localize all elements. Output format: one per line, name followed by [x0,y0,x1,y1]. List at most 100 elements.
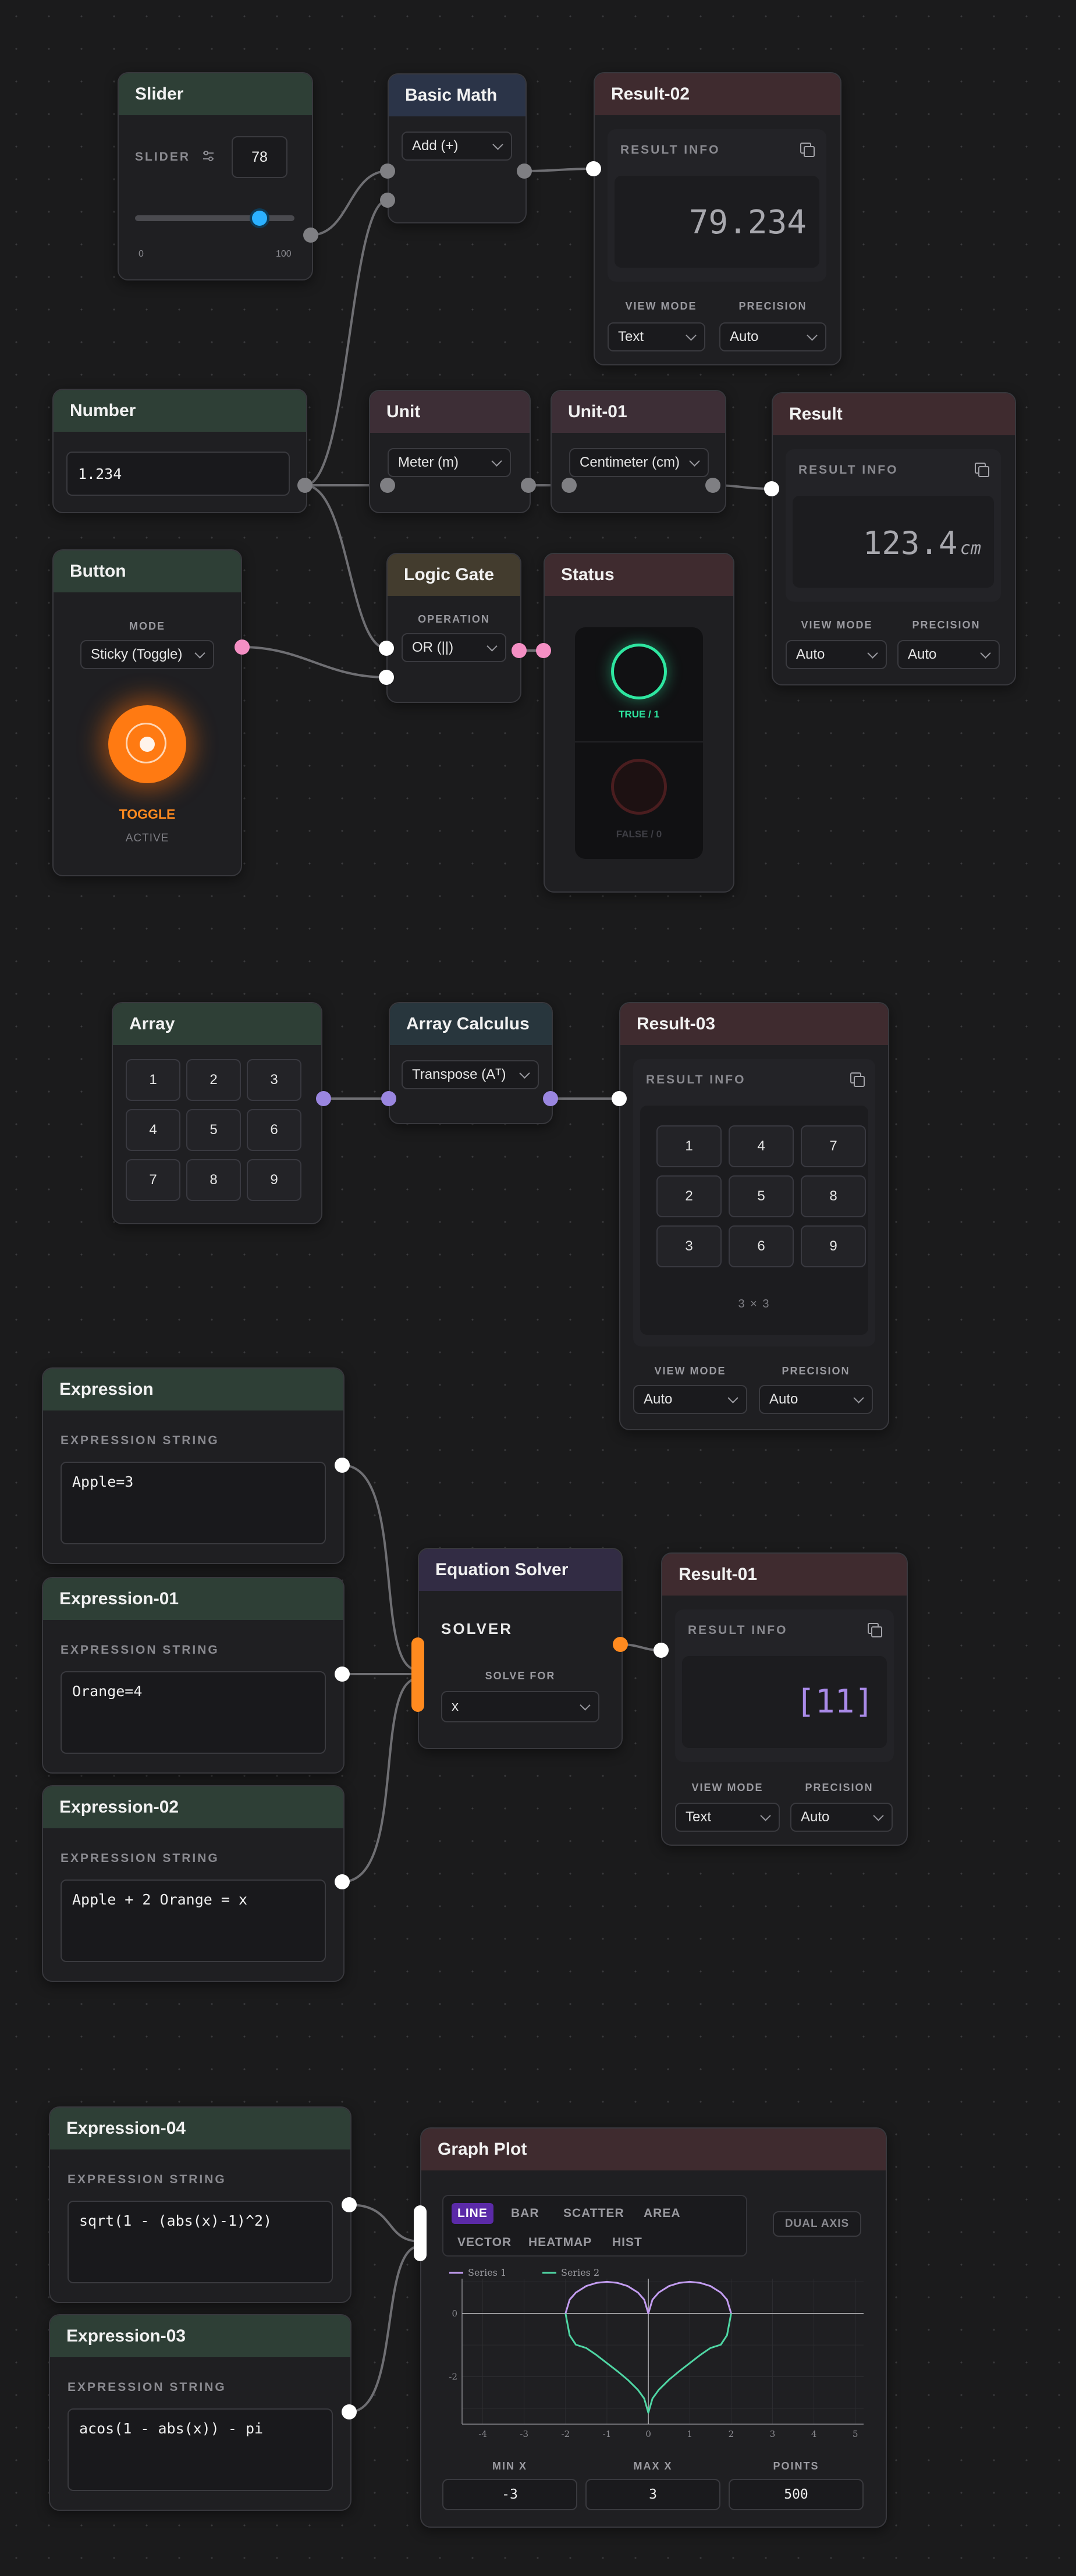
expression-04-node[interactable]: Expression-04 EXPRESSION STRING sqrt(1 -… [49,2106,351,2303]
copy-icon[interactable] [847,1070,865,1087]
view-mode-dropdown[interactable]: Auto [633,1385,747,1414]
graph-plot-input-bar[interactable] [414,2205,427,2261]
matrix-cell[interactable]: 3 [247,1059,301,1101]
max-x-input[interactable]: 3 [585,2479,720,2510]
expression-02-output-port[interactable] [335,1874,350,1889]
slider-output-port[interactable] [303,228,318,243]
expression-02-node[interactable]: Expression-02 EXPRESSION STRING Apple + … [42,1785,345,1982]
tab-bar[interactable]: BAR [511,2207,539,2220]
sliders-icon[interactable] [201,149,215,163]
min-x-input[interactable]: -3 [442,2479,577,2510]
result-node[interactable]: Result RESULT INFO 123.4 cm VIEW MODE PR… [772,392,1016,685]
expression-input[interactable]: acos(1 - abs(x)) - pi [68,2408,333,2491]
matrix-cell[interactable]: 7 [126,1159,180,1201]
expression-node[interactable]: Expression EXPRESSION STRING Apple=3 [42,1367,345,1564]
basic-math-input-b[interactable] [380,193,395,208]
precision-dropdown[interactable]: Auto [790,1803,893,1832]
copy-icon[interactable] [865,1620,882,1637]
status-input-port[interactable] [536,643,551,658]
solve-for-dropdown[interactable]: x [441,1691,599,1722]
operation-dropdown[interactable]: Add (+) [402,132,512,161]
matrix-cell[interactable]: 2 [186,1059,241,1101]
precision-dropdown[interactable]: Auto [759,1385,873,1414]
unit-01-output-port[interactable] [705,478,720,493]
unit-node[interactable]: Unit Meter (m) [369,390,531,513]
precision-dropdown[interactable]: Auto [897,640,1000,669]
expression-03-node[interactable]: Expression-03 EXPRESSION STRING acos(1 -… [49,2314,351,2511]
precision-dropdown[interactable]: Auto [719,322,826,351]
tab-scatter[interactable]: SCATTER [563,2207,624,2220]
logic-gate-input-a[interactable] [379,641,394,656]
expression-output-port[interactable] [335,1458,350,1473]
array-output-port[interactable] [316,1091,331,1106]
matrix-cell[interactable]: 4 [126,1109,180,1151]
result-03-node[interactable]: Result-03 RESULT INFO 147 258 369 3 × 3 VI… [619,1002,889,1430]
equation-solver-input-bar[interactable] [411,1637,424,1712]
matrix-cell[interactable]: 5 [186,1109,241,1151]
view-mode-dropdown[interactable]: Text [675,1803,780,1832]
copy-icon[interactable] [797,140,815,157]
matrix-cell[interactable]: 8 [186,1159,241,1201]
view-mode-dropdown[interactable]: Text [608,322,705,351]
button-node[interactable]: Button MODE Sticky (Toggle) TOGGLE ACTIV… [52,549,242,876]
slider-thumb[interactable] [251,211,267,226]
slider-value-input[interactable]: 78 [232,136,287,178]
unit-01-input-port[interactable] [562,478,577,493]
matrix-cell[interactable]: 1 [126,1059,180,1101]
array-node[interactable]: Array 123 456 789 [112,1002,322,1224]
expression-input[interactable]: Apple + 2 Orange = x [61,1879,326,1962]
basic-math-input-a[interactable] [380,164,395,179]
view-mode-dropdown[interactable]: Auto [786,640,887,669]
expression-01-node[interactable]: Expression-01 EXPRESSION STRING Orange=4 [42,1577,345,1774]
toggle-button[interactable] [108,705,186,783]
array-calculus-node[interactable]: Array Calculus Transpose (Aᵀ) [389,1002,553,1124]
operation-dropdown[interactable]: Transpose (Aᵀ) [402,1060,539,1089]
dual-axis-button[interactable]: DUAL AXIS [773,2211,861,2237]
matrix-cell[interactable]: 9 [247,1159,301,1201]
logic-gate-output-port[interactable] [512,643,527,658]
result-02-node[interactable]: Result-02 RESULT INFO 79.234 VIEW MODE P… [594,72,841,365]
array-calculus-output-port[interactable] [543,1091,558,1106]
tab-vector[interactable]: VECTOR [457,2236,512,2250]
result-input-port[interactable] [764,481,779,496]
status-node[interactable]: Status TRUE / 1 FALSE / 0 [544,553,734,893]
unit-dropdown[interactable]: Centimeter (cm) [569,448,709,477]
operation-dropdown[interactable]: OR (||) [402,633,506,662]
logic-gate-input-b[interactable] [379,670,394,685]
array-calculus-input-port[interactable] [381,1091,396,1106]
result-01-node[interactable]: Result-01 RESULT INFO [11] VIEW MODE PRE… [661,1552,908,1846]
result-02-input-port[interactable] [586,161,601,176]
slider-node[interactable]: Slider SLIDER 78 0 100 [118,72,313,280]
expression-input[interactable]: Apple=3 [61,1462,326,1544]
tab-hist[interactable]: HIST [612,2236,642,2250]
result-03-input-port[interactable] [612,1091,627,1106]
number-output-port[interactable] [297,478,312,493]
logic-gate-node[interactable]: Logic Gate OPERATION OR (||) [386,553,521,703]
unit-dropdown[interactable]: Meter (m) [388,448,511,477]
number-input[interactable]: 1.234 [66,452,290,496]
unit-output-port[interactable] [521,478,536,493]
expression-03-output-port[interactable] [342,2404,357,2419]
unit-01-node[interactable]: Unit-01 Centimeter (cm) [551,390,726,513]
unit-input-port[interactable] [380,478,395,493]
equation-solver-node[interactable]: Equation Solver SOLVER SOLVE FOR x [418,1548,623,1749]
copy-icon[interactable] [972,460,989,477]
matrix-cell[interactable]: 6 [247,1109,301,1151]
slider-track[interactable] [135,215,294,221]
expression-04-output-port[interactable] [342,2197,357,2212]
basic-math-output-port[interactable] [517,164,532,179]
tab-area[interactable]: AREA [644,2207,681,2220]
button-output-port[interactable] [235,639,250,655]
basic-math-node[interactable]: Basic Math Add (+) [388,73,527,223]
result-01-input-port[interactable] [654,1643,669,1658]
tab-line[interactable]: LINE [452,2203,493,2224]
mode-dropdown[interactable]: Sticky (Toggle) [80,640,214,669]
tab-heatmap[interactable]: HEATMAP [528,2236,592,2250]
equation-solver-output-port[interactable] [613,1637,628,1652]
expression-input[interactable]: Orange=4 [61,1671,326,1754]
graph-plot-node[interactable]: Graph Plot LINE BAR SCATTER AREA VECTOR HEAT… [420,2127,887,2528]
expression-01-output-port[interactable] [335,1667,350,1682]
expression-input[interactable]: sqrt(1 - (abs(x)-1)^2) [68,2201,333,2283]
number-node[interactable]: Number 1.234 [52,389,307,513]
points-input[interactable]: 500 [729,2479,864,2510]
